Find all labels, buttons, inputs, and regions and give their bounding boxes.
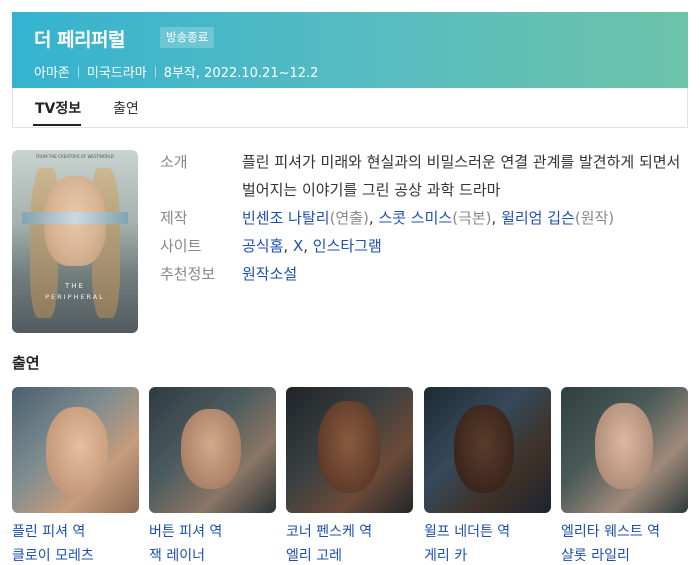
original-novel-link[interactable]: 원작소설 [242,265,297,283]
cast-card[interactable]: 엘리타 웨스트 역 샬롯 라일리 [561,387,688,564]
show-meta: 아마존 미국드라마 8부작, 2022.10.21~12.2 [34,62,318,81]
director-link[interactable]: 빈센조 나탈리 [242,209,330,227]
poster-title-line2: PERIPHERAL [45,293,105,301]
cast-role[interactable]: 플린 피셔 역 [12,521,85,541]
cast-name[interactable]: 잭 레이너 [149,545,205,565]
meta-divider [77,66,79,78]
show-title[interactable]: 더 페리퍼럴 [34,25,126,52]
production-values: 빈센조 나탈리(연출), 스콧 스미스(극본), 윌리엄 깁슨(원작) [242,209,615,227]
cast-role[interactable]: 코너 펜스케 역 [286,521,372,541]
cast-role[interactable]: 엘리타 웨스트 역 [561,521,660,541]
status-badge: 방송종료 [160,27,215,48]
cast-card[interactable]: 플린 피셔 역 클로이 모레츠 [12,387,139,564]
writer-link[interactable]: 스콧 스미스 [378,209,452,227]
cast-role[interactable]: 버튼 피셔 역 [149,521,222,541]
cast-face [181,409,241,489]
cast-name[interactable]: 게리 카 [424,545,467,565]
poster-image[interactable]: FROM THE CREATORS OF WESTWORLD THE PERIP… [12,150,138,333]
cast-face [595,403,653,489]
meta-divider [154,66,156,78]
site-values: 공식홈, X, 인스타그램 [242,237,382,255]
author-link[interactable]: 윌리엄 깁슨 [501,209,575,227]
poster-glitch [22,212,128,224]
cast-name[interactable]: 샬롯 라일리 [561,545,630,565]
cast-name[interactable]: 클로이 모레츠 [12,545,94,565]
cast-card[interactable]: 버튼 피셔 역 잭 레이너 [149,387,276,564]
poster-title-line1: THE [65,282,85,290]
production-label: 제작 [160,209,188,227]
instagram-link[interactable]: 인스타그램 [313,237,382,255]
cast-photo[interactable] [424,387,551,513]
intro-label: 소개 [160,153,188,171]
author-role: (원작) [574,209,615,227]
x-link[interactable]: X [293,237,303,255]
meta-genre: 미국드라마 [86,66,147,81]
tab-bar: TV정보 출연 [12,88,688,128]
cast-heading: 출연 [12,354,40,372]
meta-network: 아마존 [34,66,70,81]
cast-face [454,405,514,493]
meta-episodes: 8부작, 2022.10.21~12.2 [163,66,319,81]
recommend-values: 원작소설 [242,260,297,288]
cast-face [46,407,108,495]
cast-name[interactable]: 엘리 고레 [286,545,342,565]
recommend-label: 추천정보 [160,265,216,283]
active-tab-indicator [33,124,81,126]
cast-card[interactable]: 윌프 네더튼 역 게리 카 [424,387,551,564]
cast-photo[interactable] [286,387,413,513]
writer-role: (극본) [452,209,492,227]
title-header: 더 페리퍼럴 방송종료 아마존 미국드라마 8부작, 2022.10.21~12.2 [12,12,688,88]
cast-photo[interactable] [149,387,276,513]
poster-tagline: FROM THE CREATORS OF WESTWORLD [35,154,115,159]
official-site-link[interactable]: 공식홈 [242,237,283,255]
cast-photo[interactable] [12,387,139,513]
cast-photo[interactable] [561,387,688,513]
tab-tv-info[interactable]: TV정보 [35,98,81,118]
intro-text: 플린 피셔가 미래와 현실과의 비밀스러운 연결 관계를 발견하게 되면서 벌어… [242,153,681,199]
cast-card[interactable]: 코너 펜스케 역 엘리 고레 [286,387,413,564]
cast-face [318,401,380,493]
tab-cast[interactable]: 출연 [113,98,139,118]
site-label: 사이트 [160,237,202,255]
cast-role[interactable]: 윌프 네더튼 역 [424,521,510,541]
director-role: (연출) [329,209,369,227]
